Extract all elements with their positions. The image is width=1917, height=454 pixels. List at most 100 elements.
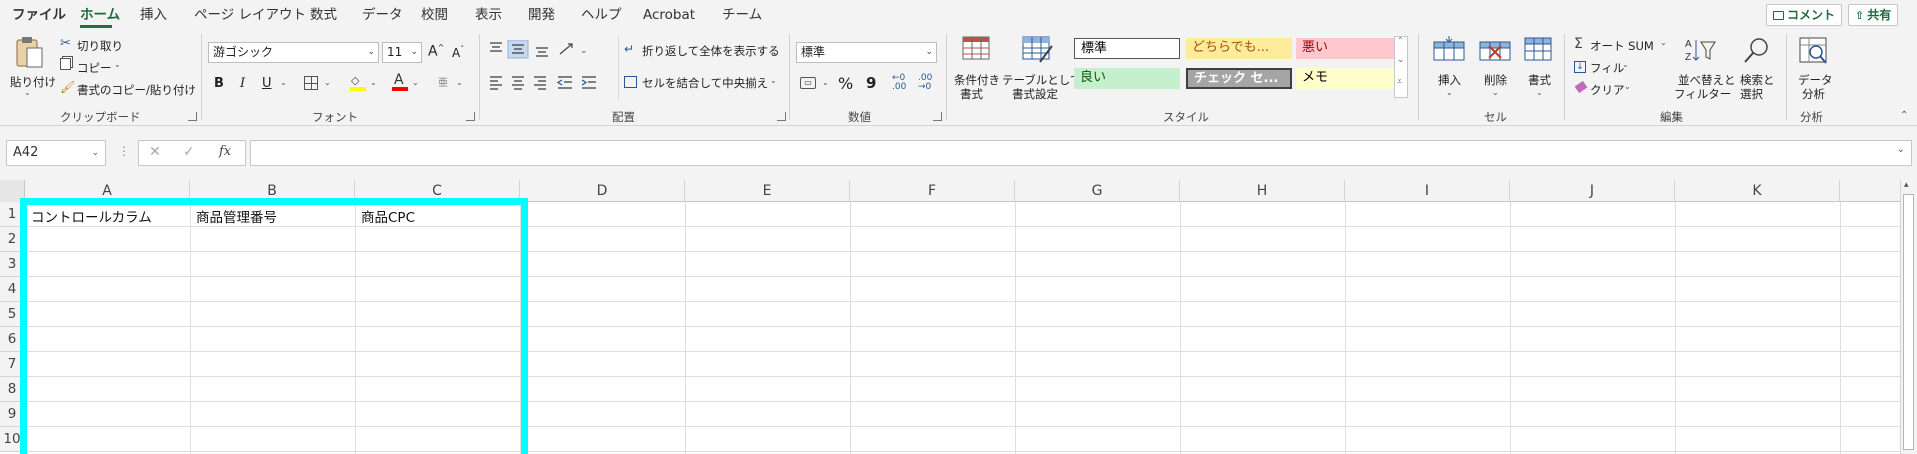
column-header-i[interactable]: I <box>1345 180 1510 202</box>
borders-dropdown-icon[interactable]: ⌄ <box>324 78 331 87</box>
font-size-select[interactable]: 11 ⌄ <box>382 42 422 63</box>
row-header-7[interactable]: 7 <box>0 352 25 377</box>
bold-button[interactable]: B <box>214 76 224 91</box>
cell-c1[interactable]: 商品CPC <box>361 206 415 226</box>
decrease-decimal-button[interactable]: .00 →0 <box>918 74 932 92</box>
more-options-icon[interactable]: ⋮ <box>118 144 130 158</box>
accounting-dropdown-icon[interactable]: ⌄ <box>822 78 829 87</box>
tab-data[interactable]: データ <box>362 0 403 30</box>
clipboard-launcher-icon[interactable] <box>188 112 197 121</box>
row-header-5[interactable]: 5 <box>0 302 25 327</box>
enter-icon[interactable]: ✓ <box>183 144 195 160</box>
tab-file[interactable]: ファイル <box>12 0 66 30</box>
cell-style-item[interactable]: メモ <box>1296 68 1394 89</box>
data-analysis-button[interactable]: データ 分析 <box>1792 34 1836 104</box>
formula-input[interactable]: ⌄ <box>250 140 1912 166</box>
conditional-formatting-button[interactable]: 条件付き 書式 <box>952 34 1002 104</box>
tab-view[interactable]: 表示 <box>475 0 502 30</box>
column-header-d[interactable]: D <box>520 180 685 202</box>
font-launcher-icon[interactable] <box>466 112 475 121</box>
font-name-select[interactable]: 游ゴシック ⌄ <box>208 42 379 63</box>
percent-button[interactable]: % <box>838 74 853 93</box>
vertical-scrollbar[interactable]: ▴ <box>1900 180 1917 454</box>
fill-button[interactable]: ↓ フィル ⌄ <box>1574 58 1644 76</box>
column-header-g[interactable]: G <box>1015 180 1180 202</box>
grow-font-button[interactable]: A^ <box>428 43 444 60</box>
align-center-button[interactable] <box>508 74 528 92</box>
phonetic-dropdown-icon[interactable]: ⌄ <box>456 78 463 87</box>
underline-button[interactable]: U <box>262 76 272 91</box>
tab-acrobat[interactable]: Acrobat <box>643 0 695 30</box>
cell-b1[interactable]: 商品管理番号 <box>196 206 277 226</box>
column-header-c[interactable]: C <box>355 180 520 202</box>
font-color-button[interactable]: A <box>392 72 408 92</box>
insert-cells-button[interactable]: 挿入 ⌄ <box>1428 34 1470 104</box>
select-all-corner[interactable] <box>0 180 25 202</box>
tab-page-layout[interactable]: ページ レイアウト <box>194 0 306 30</box>
comments-button[interactable]: コメント <box>1766 4 1843 26</box>
number-format-select[interactable]: 標準 ⌄ <box>796 42 937 63</box>
number-launcher-icon[interactable] <box>933 112 942 121</box>
decrease-indent-button[interactable] <box>556 74 578 92</box>
clear-button[interactable]: クリア ⌄ <box>1574 80 1644 98</box>
tab-insert[interactable]: 挿入 <box>140 0 167 30</box>
format-as-table-button[interactable]: テーブルとして 書式設定 <box>1002 34 1081 104</box>
middle-align-button[interactable] <box>508 40 528 58</box>
fill-color-button[interactable]: ◇ <box>350 74 366 92</box>
cell-a1[interactable]: コントロールカラム <box>31 206 152 226</box>
cell-style-item[interactable]: どちらでも... <box>1186 38 1292 59</box>
merge-center-button[interactable]: セルを結合して中央揃え ⌄ <box>624 74 780 92</box>
column-header-f[interactable]: F <box>850 180 1015 202</box>
row-header-8[interactable]: 8 <box>0 377 25 402</box>
gallery-more-icon[interactable]: ⩡ <box>1397 77 1402 87</box>
sort-filter-button[interactable]: A Z 並べ替えと フィルター <box>1672 34 1736 104</box>
row-header-9[interactable]: 9 <box>0 402 25 427</box>
scroll-thumb[interactable] <box>1903 194 1914 450</box>
cancel-icon[interactable]: ✕ <box>149 144 161 160</box>
increase-decimal-button[interactable]: ←0.00 <box>892 74 906 92</box>
cut-button[interactable]: ✂ 切り取り <box>60 36 123 54</box>
row-header-4[interactable]: 4 <box>0 277 25 302</box>
top-align-button[interactable] <box>486 40 506 58</box>
borders-button[interactable] <box>304 76 318 90</box>
delete-cells-button[interactable]: 削除 ⌄ <box>1474 34 1516 104</box>
column-header-h[interactable]: H <box>1180 180 1345 202</box>
expand-formula-icon[interactable]: ⌄ <box>1897 144 1905 155</box>
shrink-font-button[interactable]: Aˇ <box>452 45 464 60</box>
insert-function-icon[interactable]: fx <box>219 144 231 159</box>
tab-developer[interactable]: 開発 <box>528 0 555 30</box>
tab-formulas[interactable]: 数式 <box>310 0 337 30</box>
row-header-6[interactable]: 6 <box>0 327 25 352</box>
collapse-ribbon-icon[interactable]: ⌃ <box>1900 110 1908 121</box>
increase-indent-button[interactable] <box>580 74 602 92</box>
fill-color-dropdown-icon[interactable]: ⌄ <box>370 78 377 87</box>
bottom-align-button[interactable] <box>532 40 552 58</box>
paste-button[interactable]: 貼り付け ⌄ <box>6 34 56 100</box>
row-header-10[interactable]: 10 <box>0 427 25 452</box>
phonetic-icon[interactable]: 亜 <box>438 74 448 89</box>
column-header-b[interactable]: B <box>190 180 355 202</box>
tab-review[interactable]: 校閲 <box>421 0 448 30</box>
scroll-up-icon[interactable]: ▴ <box>1904 180 1909 190</box>
row-header-2[interactable]: 2 <box>0 227 25 252</box>
align-left-button[interactable] <box>486 74 506 92</box>
column-header-a[interactable]: A <box>25 180 190 202</box>
cell-style-item[interactable]: 良い <box>1074 68 1180 89</box>
format-painter-button[interactable]: 🖌 書式のコピー/貼り付け <box>60 80 196 98</box>
find-select-button[interactable]: 検索と 選択 <box>1734 34 1778 104</box>
gallery-up-icon[interactable]: ⌃ <box>1397 36 1404 45</box>
underline-dropdown-icon[interactable]: ⌄ <box>280 78 287 87</box>
format-cells-button[interactable]: 書式 ⌄ <box>1518 34 1560 104</box>
italic-button[interactable]: I <box>240 76 245 91</box>
tab-help[interactable]: ヘルプ <box>581 0 622 30</box>
comma-button[interactable]: 9 <box>866 74 876 92</box>
column-header-e[interactable]: E <box>685 180 850 202</box>
row-header-3[interactable]: 3 <box>0 252 25 277</box>
copy-button[interactable]: コピー ⌄ <box>60 58 128 76</box>
font-color-dropdown-icon[interactable]: ⌄ <box>412 78 419 87</box>
share-button[interactable]: ⇧ 共有 <box>1848 4 1899 26</box>
spreadsheet-grid[interactable]: ABCDEFGHIJK 1 2 3 4 5 6 7 8 9 10 コントロールカラム 商品管理番号 商品… <box>0 180 1917 454</box>
wrap-text-button[interactable]: ↵ 折り返して全体を表示する <box>624 42 780 60</box>
row-header-1[interactable]: 1 <box>0 202 25 227</box>
column-header-k[interactable]: K <box>1675 180 1840 202</box>
